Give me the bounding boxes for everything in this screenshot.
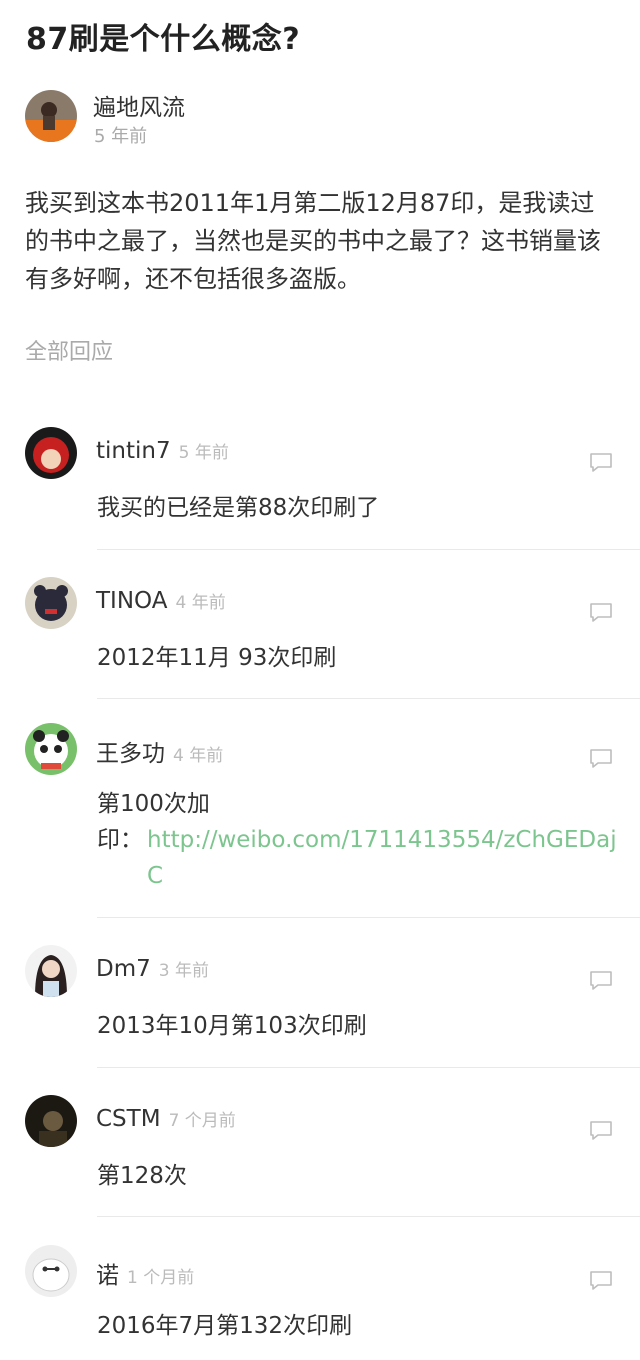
divider — [97, 549, 640, 550]
commenter-name[interactable]: 王多功 — [96, 741, 165, 767]
comment-text: 2016年7月第132次印刷 — [97, 1313, 353, 1339]
commenter-avatar[interactable] — [25, 1245, 77, 1297]
author-name[interactable]: 遍地风流 — [93, 88, 185, 122]
comment-item: CSTM 7 个月前 第128次 — [0, 1088, 640, 1218]
comment-bubble-icon[interactable] — [589, 968, 613, 992]
post-author: 遍地风流 5 年前 — [25, 88, 625, 148]
comment-item: 诺 1 个月前 2016年7月第132次印刷 — [0, 1238, 640, 1360]
comment-text: 2012年11月 93次印刷 — [97, 645, 337, 671]
comment-text: 我买的已经是第88次印刷了 — [97, 495, 380, 521]
comment-item: TINOA 4 年前 2012年11月 93次印刷 — [0, 570, 640, 700]
comment-item: tintin7 5 年前 我买的已经是第88次印刷了 — [0, 420, 640, 550]
divider — [97, 698, 640, 699]
comment-timestamp: 5 年前 — [178, 443, 229, 463]
commenter-avatar[interactable] — [25, 427, 77, 479]
comment-link[interactable]: http://weibo.com/1711413554/zChGEDajC — [147, 822, 622, 894]
comment-bubble-icon[interactable] — [589, 1268, 613, 1292]
commenter-avatar[interactable] — [25, 945, 77, 997]
comment-bubble-icon[interactable] — [589, 746, 613, 770]
comment-timestamp: 1 个月前 — [127, 1268, 195, 1288]
divider — [97, 917, 640, 918]
commenter-name[interactable]: tintin7 — [96, 438, 171, 464]
commenter-avatar[interactable] — [25, 1095, 77, 1147]
comment-bubble-icon[interactable] — [589, 1118, 613, 1142]
comment-bubble-icon[interactable] — [589, 450, 613, 474]
post-title: 87刷是个什么概念? — [26, 22, 301, 57]
comment-timestamp: 4 年前 — [175, 593, 226, 613]
commenter-avatar[interactable] — [25, 723, 77, 775]
comment-item: 王多功 4 年前 第100次加印： http://weibo.com/1711413… — [0, 716, 640, 916]
divider — [97, 1067, 640, 1068]
comment-timestamp: 3 年前 — [158, 961, 209, 981]
comment-text: 第128次 — [97, 1163, 187, 1189]
comment-timestamp: 7 个月前 — [168, 1111, 236, 1131]
commenter-name[interactable]: TINOA — [96, 588, 167, 614]
all-replies-label: 全部回应 — [25, 340, 114, 365]
commenter-avatar[interactable] — [25, 577, 77, 629]
commenter-name[interactable]: Dm7 — [96, 956, 151, 982]
comment-timestamp: 4 年前 — [173, 746, 224, 766]
author-timestamp: 5 年前 — [94, 126, 148, 147]
comment-bubble-icon[interactable] — [589, 600, 613, 624]
commenter-name[interactable]: CSTM — [96, 1106, 161, 1132]
post-body: 我买到这本书2011年1月第二版12月87印，是我读过的书中之最了，当然也是买的… — [25, 189, 601, 293]
divider — [97, 1216, 640, 1217]
comment-text: 第100次加印： http://weibo.com/1711413554/zChG… — [97, 786, 617, 889]
commenter-name[interactable]: 诺 — [96, 1263, 119, 1289]
author-avatar[interactable] — [25, 90, 77, 142]
comment-text: 2013年10月第103次印刷 — [97, 1013, 367, 1039]
comment-item: Dm7 3 年前 2013年10月第103次印刷 — [0, 938, 640, 1068]
